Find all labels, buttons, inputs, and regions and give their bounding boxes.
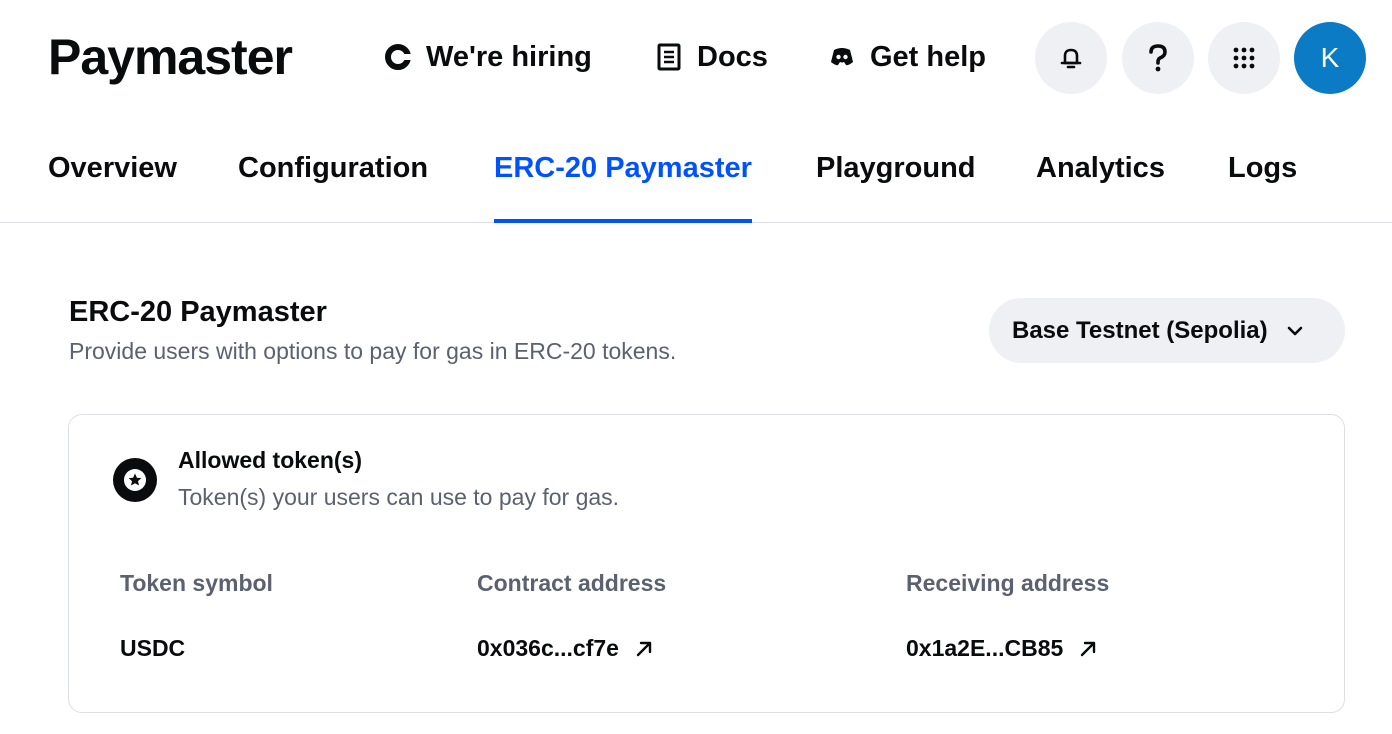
page-subtitle: Provide users with options to pay for ga…: [69, 338, 677, 364]
receiving-address-cell[interactable]: 0x1a2E...CB85: [906, 635, 1099, 662]
top-header: Paymaster We're hiring Docs Get help K: [0, 0, 1392, 116]
discord-icon: [831, 48, 853, 66]
apps-button[interactable]: [1208, 22, 1280, 94]
tab-configuration[interactable]: Configuration: [238, 152, 428, 223]
document-icon: [657, 43, 681, 71]
external-link-arrow-icon[interactable]: [633, 638, 655, 660]
hiring-link[interactable]: We're hiring: [384, 36, 592, 78]
external-link-arrow-icon[interactable]: [1077, 638, 1099, 660]
column-header-contract-address: Contract address: [477, 570, 667, 596]
docs-link[interactable]: Docs: [655, 36, 768, 78]
get-help-link[interactable]: Get help: [828, 36, 986, 78]
contract-address-cell[interactable]: 0x036c...cf7e: [477, 635, 655, 662]
tab-analytics[interactable]: Analytics: [1036, 152, 1165, 223]
hiring-link-label: We're hiring: [426, 40, 592, 73]
card-title: Allowed token(s): [178, 447, 363, 473]
token-icon: [113, 458, 157, 502]
bell-icon: [1060, 48, 1082, 69]
tab-overview[interactable]: Overview: [48, 152, 177, 223]
docs-link-label: Docs: [697, 40, 768, 73]
chevron-down-icon: [1287, 326, 1302, 335]
column-header-token-symbol: Token symbol: [120, 570, 273, 596]
apps-grid-icon: [1233, 47, 1255, 69]
question-icon: [1149, 44, 1167, 72]
network-select[interactable]: Base Testnet (Sepolia): [989, 298, 1345, 363]
card-subtitle: Token(s) your users can use to pay for g…: [178, 484, 620, 510]
tab-playground[interactable]: Playground: [816, 152, 976, 223]
user-avatar[interactable]: K: [1294, 22, 1366, 94]
contract-address-value: 0x036c...cf7e: [477, 635, 619, 661]
token-symbol-cell: USDC: [120, 635, 186, 661]
page-title: ERC-20 Paymaster: [69, 296, 327, 328]
help-button[interactable]: [1122, 22, 1194, 94]
tab-logs[interactable]: Logs: [1228, 152, 1297, 223]
allowed-tokens-card: Allowed token(s) Token(s) your users can…: [68, 414, 1345, 713]
notifications-button[interactable]: [1035, 22, 1107, 94]
app-logo[interactable]: Paymaster: [48, 28, 293, 86]
coinbase-c-icon: [385, 44, 411, 70]
tab-erc20-paymaster[interactable]: ERC-20 Paymaster: [494, 152, 752, 223]
network-select-value: Base Testnet (Sepolia): [1012, 316, 1268, 344]
tab-bar: Overview Configuration ERC-20 Paymaster …: [0, 116, 1392, 223]
get-help-link-label: Get help: [870, 40, 987, 73]
star-icon: [124, 469, 146, 491]
receiving-address-value: 0x1a2E...CB85: [906, 635, 1064, 661]
column-header-receiving-address: Receiving address: [906, 570, 1110, 596]
